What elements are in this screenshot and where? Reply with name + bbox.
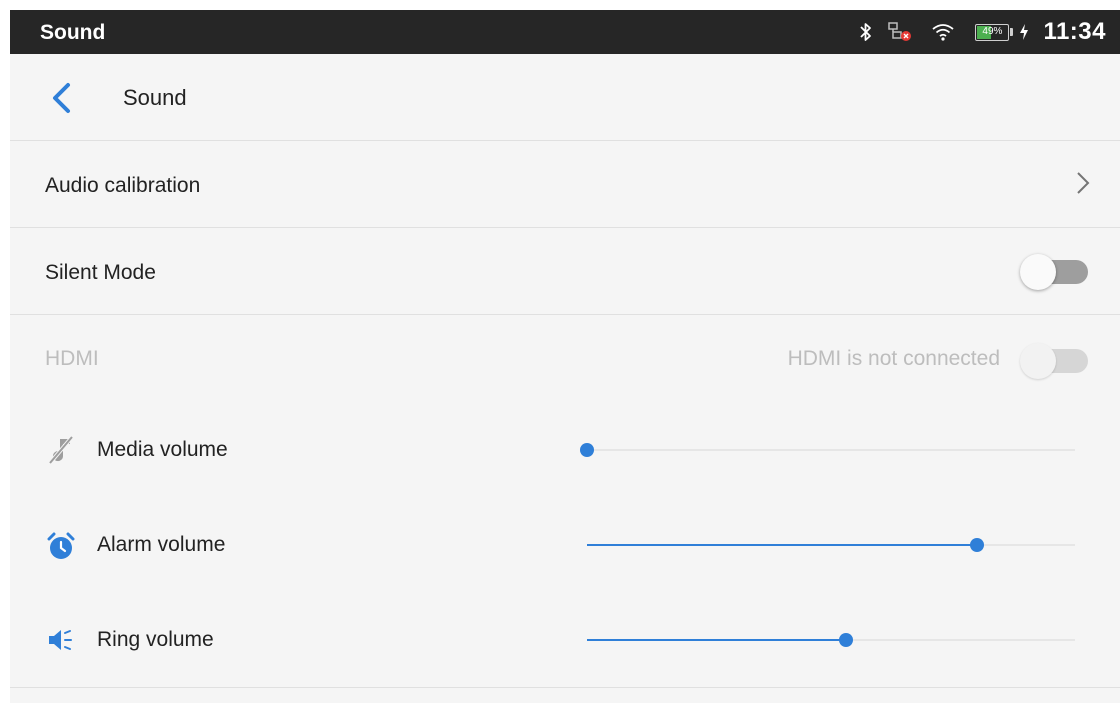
battery-tip <box>1010 28 1014 36</box>
status-bar: Sound 49% 11:34 <box>10 10 1120 54</box>
page-title: Sound <box>123 85 187 110</box>
hdmi-toggle <box>1020 341 1090 379</box>
battery-percent-label: 49% <box>982 25 1003 37</box>
alarm-volume-label: Alarm volume <box>97 533 226 556</box>
toggle-thumb <box>1020 343 1056 379</box>
slider-thumb[interactable] <box>838 633 853 647</box>
settings-screen: Sound 49% 11:34 Sound Audio calibration … <box>10 10 1120 703</box>
toolbar: Sound <box>10 54 1120 141</box>
slider-thumb[interactable] <box>970 538 985 552</box>
back-arrow-icon <box>53 83 70 113</box>
ring-volume-row: Ring volume <box>10 592 1120 687</box>
bluetooth-icon <box>859 22 873 42</box>
status-icons: 49% 11:34 <box>845 10 1106 54</box>
hdmi-row: HDMI HDMI is not connected <box>10 315 1120 405</box>
back-button[interactable] <box>46 80 78 116</box>
toggle-thumb <box>1020 254 1056 290</box>
slider-thumb[interactable] <box>580 443 594 457</box>
ring-volume-icon <box>49 630 72 650</box>
alarm-volume-row: Alarm volume <box>10 497 1120 592</box>
ring-volume-label: Ring volume <box>97 628 214 651</box>
silent-mode-row[interactable]: Silent Mode <box>10 228 1120 315</box>
status-bar-time: 11:34 <box>1043 18 1106 45</box>
slider-track <box>587 449 1075 451</box>
audio-calibration-label: Audio calibration <box>45 174 201 197</box>
hdmi-label: HDMI <box>45 347 99 370</box>
slider-fill <box>587 639 846 641</box>
network-disconnected-icon <box>887 21 913 43</box>
alarm-volume-slider[interactable] <box>587 535 1075 555</box>
charging-icon <box>1019 24 1029 40</box>
silent-mode-toggle[interactable] <box>1020 252 1090 290</box>
ring-volume-slider[interactable] <box>587 630 1075 650</box>
hdmi-status-text: HDMI is not connected <box>787 347 1000 370</box>
media-volume-row: Media volume <box>10 402 1120 497</box>
status-bar-title: Sound <box>40 21 106 44</box>
slider-fill <box>587 544 978 546</box>
silent-mode-label: Silent Mode <box>45 261 156 284</box>
media-volume-slider[interactable] <box>580 440 1075 460</box>
divider <box>10 687 1120 688</box>
media-muted-icon <box>48 435 74 465</box>
chevron-right-icon <box>1077 172 1090 194</box>
media-volume-label: Media volume <box>97 438 228 461</box>
battery-icon: 49% <box>975 23 1010 41</box>
wifi-icon <box>931 22 955 42</box>
alarm-clock-icon <box>47 532 75 559</box>
audio-calibration-row[interactable]: Audio calibration <box>10 141 1120 228</box>
